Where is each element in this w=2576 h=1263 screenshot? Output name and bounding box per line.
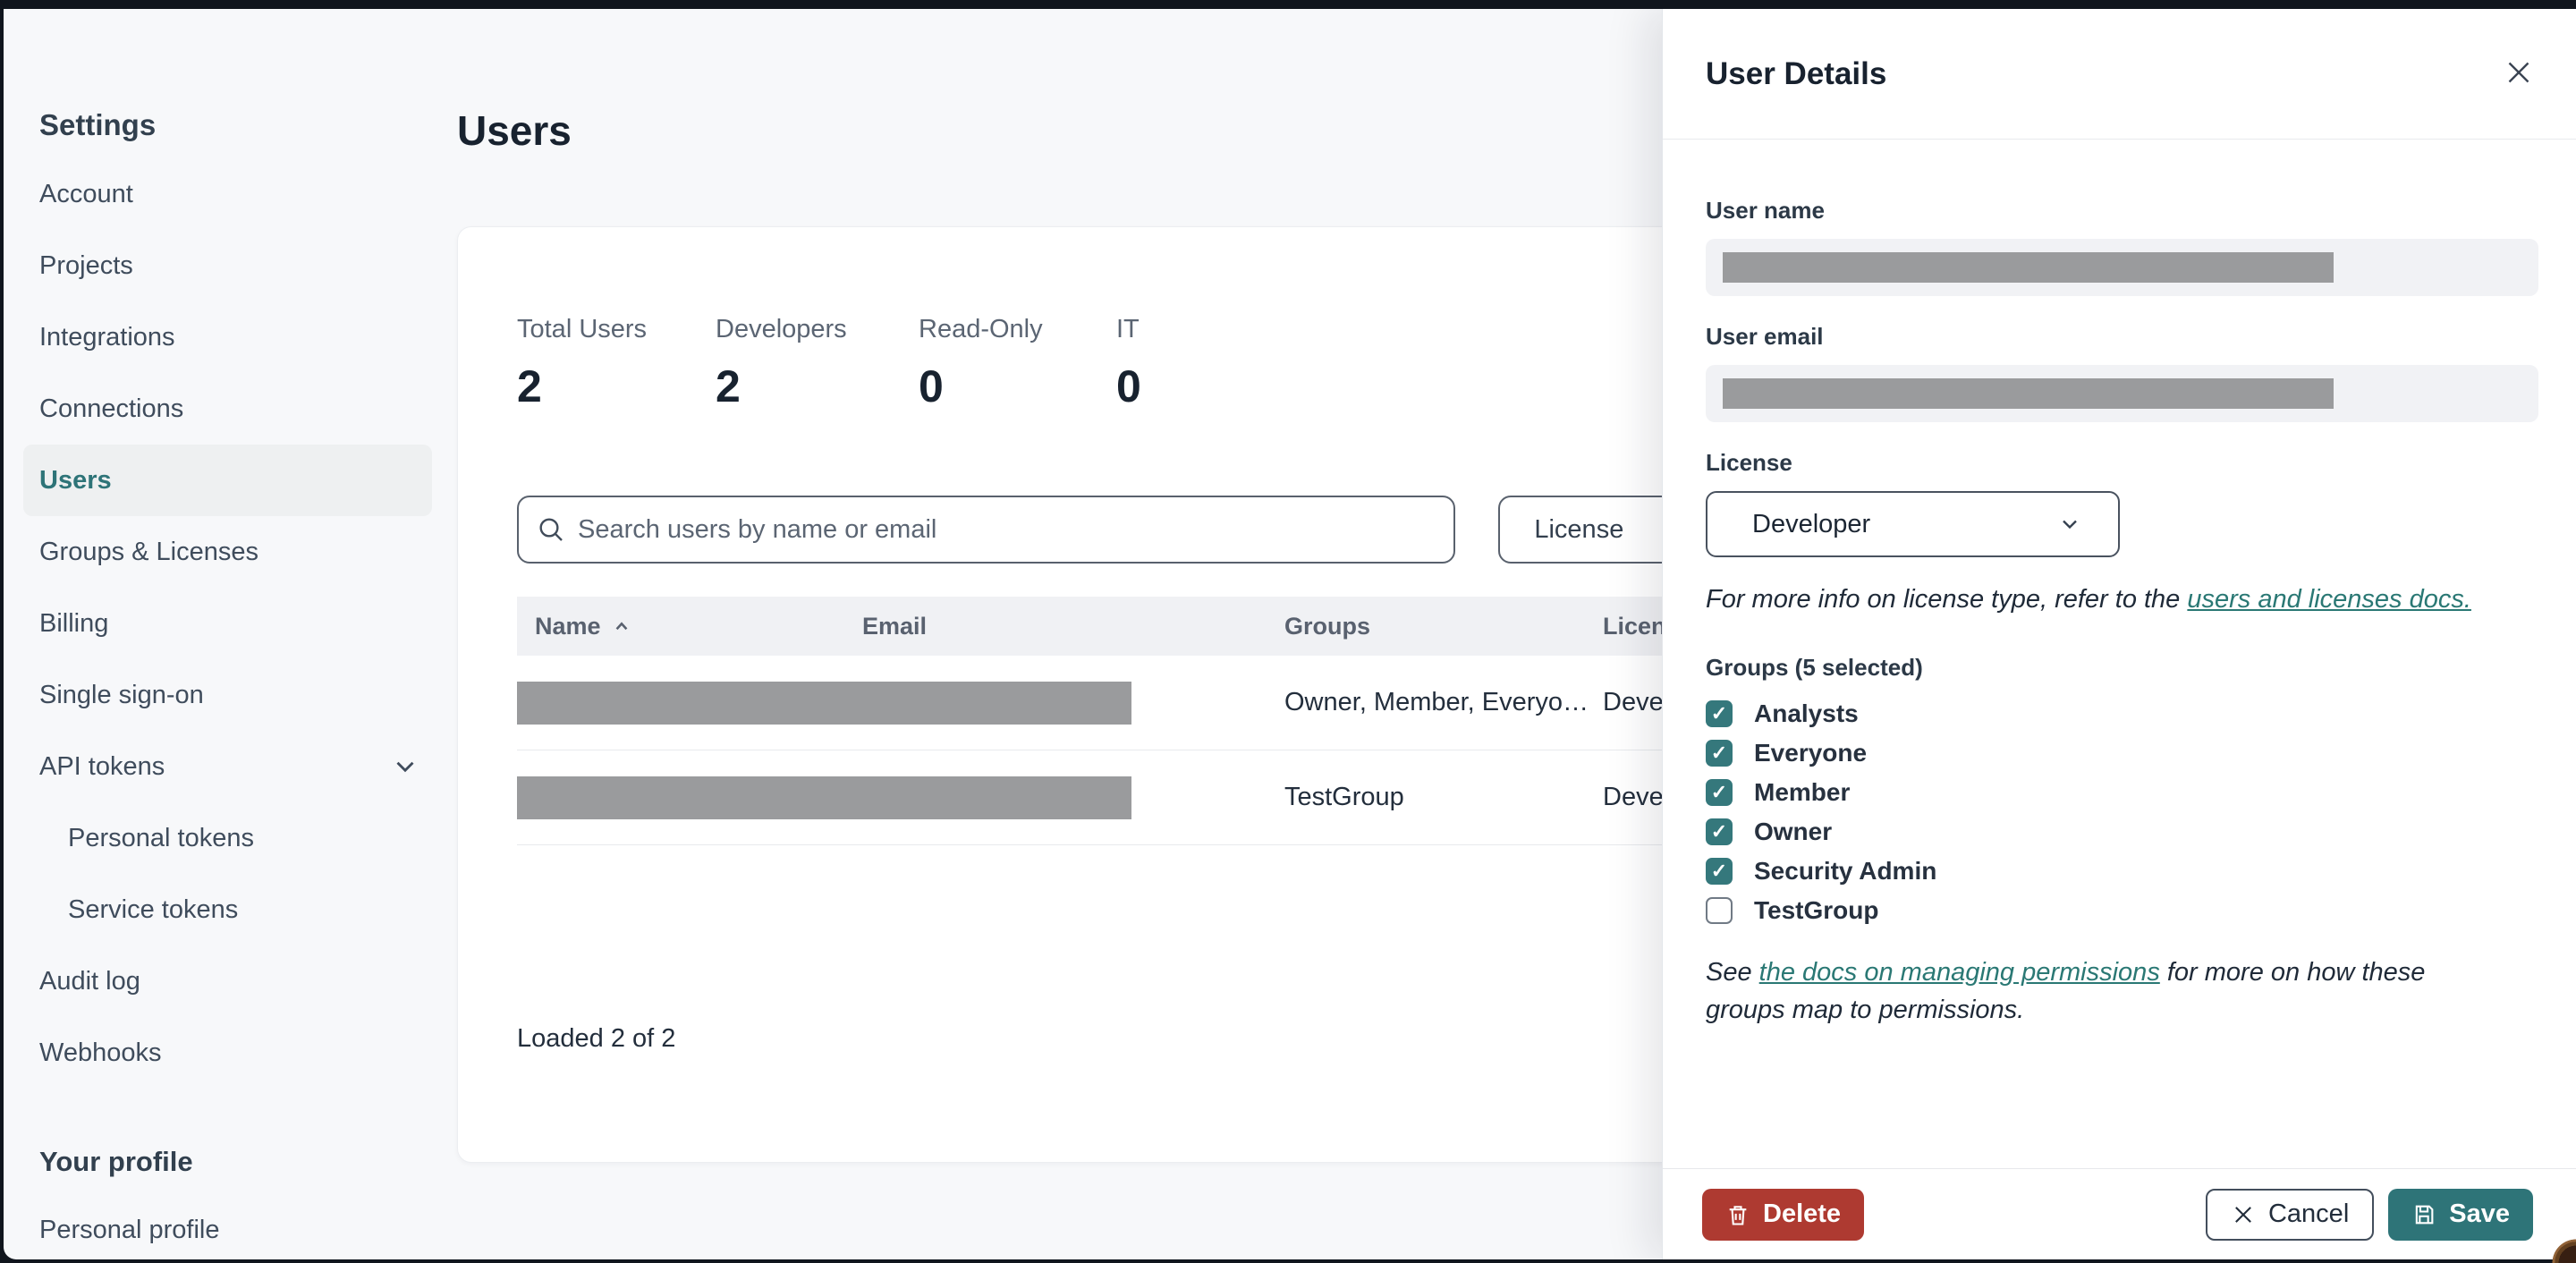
sidebar-item-billing[interactable]: Billing [39, 588, 433, 659]
loaded-status: Loaded 2 of 2 [517, 1024, 676, 1053]
sidebar-item-single-sign-on[interactable]: Single sign-on [39, 659, 433, 731]
sidebar-item-personal-tokens[interactable]: Personal tokens [39, 802, 433, 874]
drawer-title: User Details [1706, 55, 1887, 91]
app-window: Settings Account Projects Integrations C… [4, 9, 2576, 1259]
footer-actions: Cancel Save [2205, 1188, 2533, 1241]
drawer-header: User Details [1663, 9, 2576, 140]
search-icon [537, 515, 565, 544]
sidebar-heading-your-profile: Your profile [39, 1146, 193, 1177]
sidebar-item-audit-log[interactable]: Audit log [39, 945, 433, 1017]
group-option-member[interactable]: ✓ Member [1706, 773, 2538, 812]
drawer-footer: Delete Cancel Save [1663, 1168, 2576, 1259]
close-icon[interactable] [2501, 56, 2537, 92]
sidebar-nav: Account Projects Integrations Connection… [23, 158, 451, 1089]
groups-label: Groups (5 selected) [1706, 654, 1923, 681]
checkbox[interactable]: ✓ [1706, 700, 1733, 727]
sort-ascending-icon [610, 615, 633, 638]
stat-total-users: Total Users 2 [517, 315, 648, 411]
group-option-everyone[interactable]: ✓ Everyone [1706, 733, 2538, 773]
stat-it: IT 0 [1116, 315, 1141, 411]
sidebar-item-api-tokens[interactable]: API tokens [39, 731, 433, 802]
search-input[interactable] [517, 496, 1456, 564]
user-name-field[interactable] [1706, 239, 2538, 296]
checkbox[interactable]: ✓ [1706, 858, 1733, 885]
sidebar-item-connections[interactable]: Connections [39, 373, 433, 445]
column-header-name[interactable]: Name [517, 613, 862, 640]
sidebar-item-integrations[interactable]: Integrations [39, 301, 433, 373]
managing-permissions-docs-link[interactable]: the docs on managing permissions [1759, 958, 2160, 987]
group-option-owner[interactable]: ✓ Owner [1706, 812, 2538, 852]
sidebar-heading-settings: Settings [39, 108, 157, 141]
stat-developers: Developers 2 [716, 315, 847, 411]
column-header-email[interactable]: Email [862, 613, 1284, 640]
users-card: Total Users 2 Developers 2 Read-Only 0 I… [457, 226, 1781, 1163]
save-floppy-icon [2416, 1205, 2434, 1224]
group-option-analysts[interactable]: ✓ Analysts [1706, 694, 2538, 733]
sidebar-item-webhooks[interactable]: Webhooks [39, 1017, 433, 1089]
table-controls: License [517, 496, 1721, 564]
sidebar-item-projects[interactable]: Projects [39, 230, 433, 301]
sidebar-item-groups-licenses[interactable]: Groups & Licenses [39, 516, 433, 588]
user-email-label: User email [1706, 323, 1824, 350]
save-button[interactable]: Save [2388, 1188, 2533, 1241]
close-icon [2235, 1206, 2251, 1223]
checkbox[interactable]: ✓ [1706, 740, 1733, 767]
redacted-user-email [1723, 378, 2334, 409]
sidebar-item-account[interactable]: Account [39, 158, 433, 230]
users-table: Name Email Groups License Owner, Member,… [517, 597, 1721, 845]
user-email-field[interactable] [1706, 365, 2538, 422]
sidebar-item-personal-profile[interactable]: Personal profile [39, 1198, 433, 1259]
user-name-label: User name [1706, 197, 1825, 224]
delete-button[interactable]: Delete [1702, 1188, 1865, 1241]
chevron-down-icon [2057, 512, 2082, 537]
sidebar-item-users[interactable]: Users [23, 445, 432, 516]
license-select[interactable]: Developer [1706, 491, 2120, 557]
table-row[interactable]: Owner, Member, Everyo… Developer [517, 656, 1721, 750]
settings-sidebar: Settings Account Projects Integrations C… [4, 9, 451, 1259]
redacted-name-email [517, 682, 1131, 725]
user-details-drawer: User Details User name User email Licens… [1662, 9, 2576, 1259]
table-row[interactable]: TestGroup Developer [517, 750, 1721, 845]
check-icon: ✓ [1710, 742, 1728, 764]
cell-groups: TestGroup [1284, 783, 1404, 811]
check-icon: ✓ [1710, 820, 1728, 843]
cancel-button[interactable]: Cancel [2205, 1188, 2375, 1241]
search-box [517, 496, 1456, 564]
cursor-artifact [2547, 1231, 2576, 1263]
users-licenses-docs-link[interactable]: users and licenses docs. [2187, 585, 2471, 614]
redacted-name-email [517, 776, 1131, 819]
stat-read-only: Read-Only 0 [919, 315, 1043, 411]
user-stats: Total Users 2 Developers 2 Read-Only 0 I… [517, 313, 1721, 411]
check-icon: ✓ [1710, 860, 1728, 882]
chevron-down-icon [390, 751, 420, 782]
check-icon: ✓ [1710, 702, 1728, 725]
license-info-note: For more info on license type, refer to … [1706, 585, 2471, 614]
sidebar-item-service-tokens[interactable]: Service tokens [39, 874, 433, 945]
license-label: License [1706, 449, 1792, 476]
checkbox[interactable]: ✓ [1706, 818, 1733, 845]
table-header-row: Name Email Groups License [517, 597, 1721, 656]
groups-checkbox-list: ✓ Analysts ✓ Everyone ✓ Member ✓ Owner ✓ [1706, 694, 2538, 930]
cell-groups: Owner, Member, Everyo… [1284, 688, 1589, 716]
group-option-testgroup[interactable]: ✓ TestGroup [1706, 891, 2538, 930]
drawer-body: User name User email License Developer F… [1663, 140, 2576, 1029]
column-header-groups[interactable]: Groups [1284, 613, 1603, 640]
redacted-user-name [1723, 252, 2334, 283]
permissions-note: See the docs on managing permissions for… [1706, 958, 2426, 1024]
checkbox[interactable]: ✓ [1706, 897, 1733, 924]
license-selected-value: Developer [1752, 509, 1871, 538]
group-option-security-admin[interactable]: ✓ Security Admin [1706, 852, 2538, 891]
trash-icon [1729, 1205, 1747, 1225]
checkbox[interactable]: ✓ [1706, 779, 1733, 806]
check-icon: ✓ [1710, 781, 1728, 803]
